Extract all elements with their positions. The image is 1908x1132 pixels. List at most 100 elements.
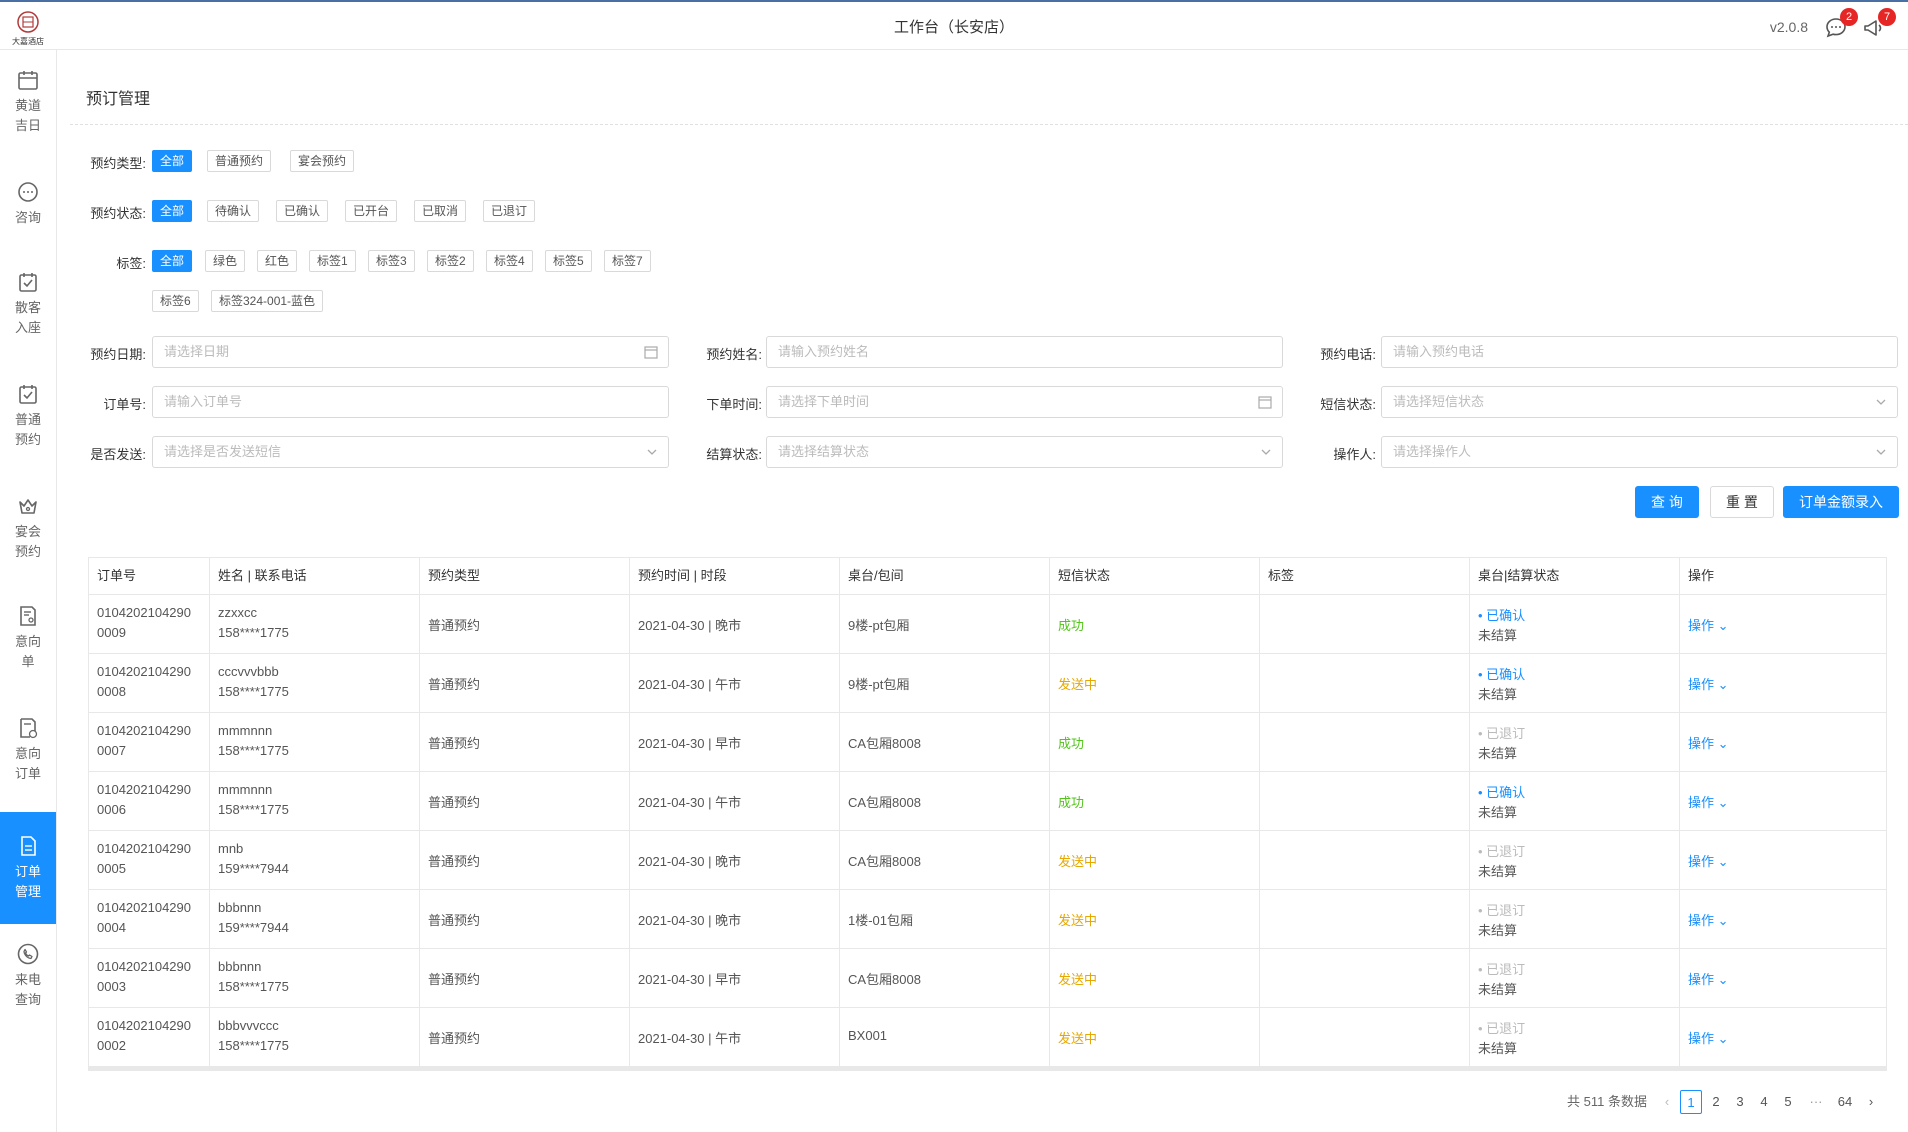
tag-option-5[interactable]: 标签5 xyxy=(545,250,592,272)
operator-select[interactable]: 请选择操作人 xyxy=(1381,436,1898,468)
tag-option-7[interactable]: 标签7 xyxy=(604,250,651,272)
sidebar-item-call-lookup[interactable]: 来电查询 xyxy=(0,942,56,1028)
reset-button[interactable]: 重 置 xyxy=(1710,486,1774,518)
cell-sms-status: 成功 xyxy=(1049,772,1259,830)
settle-status-select[interactable]: 请选择结算状态 xyxy=(766,436,1283,468)
sidebar-item-walk-in[interactable]: 散客入座 xyxy=(0,270,56,356)
tag-option-2[interactable]: 标签2 xyxy=(427,250,474,272)
tag-option-3[interactable]: 标签3 xyxy=(368,250,415,272)
type-option-all[interactable]: 全部 xyxy=(152,150,193,172)
tag-option-all[interactable]: 全部 xyxy=(152,250,193,272)
tag-option-green[interactable]: 绿色 xyxy=(205,250,246,272)
row-action-dropdown[interactable]: 操作 ⌄ xyxy=(1688,674,1729,693)
message-button[interactable]: 2 xyxy=(1824,8,1858,40)
sms-status: 发送中 xyxy=(1058,677,1098,692)
type-option-normal[interactable]: 普通预约 xyxy=(207,150,272,172)
booking-time: 2021-04-30 | 晚市 xyxy=(638,854,742,869)
order-no-part1: 0104202104290 xyxy=(97,1018,191,1033)
sidebar-item-normal-booking[interactable]: 普通预约 xyxy=(0,382,56,468)
page-last[interactable]: 64 xyxy=(1834,1090,1856,1114)
cell-status: • 已确认 未结算 xyxy=(1469,654,1679,712)
name-label: 预约姓名: xyxy=(706,347,762,362)
filter-tag-label: 标签: xyxy=(116,256,146,271)
sidebar-item-order-management[interactable]: 订单管理 xyxy=(0,812,56,924)
cell-table-room: CA包厢8008 xyxy=(839,831,1049,889)
row-action-dropdown[interactable]: 操作 ⌄ xyxy=(1688,910,1729,929)
filter-status-label: 预约状态: xyxy=(90,206,146,221)
row-action-dropdown[interactable]: 操作 ⌄ xyxy=(1688,1028,1729,1047)
settle-status-placeholder: 请选择结算状态 xyxy=(778,444,870,459)
sidebar-item-intention-order[interactable]: 意向订单 xyxy=(0,716,56,802)
status-option-pending[interactable]: 待确认 xyxy=(207,200,260,222)
send-sms-placeholder: 请选择是否发送短信 xyxy=(164,444,282,459)
row-action-dropdown[interactable]: 操作 ⌄ xyxy=(1688,969,1729,988)
order-amount-entry-button[interactable]: 订单金额录入 xyxy=(1783,486,1899,518)
name-input[interactable]: 请输入预约姓名 xyxy=(766,336,1283,368)
sidebar-item-auspicious-days[interactable]: 黄道吉日 xyxy=(0,68,56,154)
booking-type: 普通预约 xyxy=(428,854,481,869)
tag-option-6[interactable]: 标签6 xyxy=(152,290,199,312)
cell-actions: 操作 ⌄ xyxy=(1679,654,1888,712)
column-header: 预约类型 xyxy=(419,558,629,594)
column-header: 订单号 xyxy=(97,568,137,583)
next-page-button[interactable]: › xyxy=(1864,1090,1878,1114)
cell-tag xyxy=(1259,890,1469,948)
crown-icon xyxy=(19,499,37,514)
page-4[interactable]: 4 xyxy=(1756,1090,1772,1114)
prev-page-button[interactable]: ‹ xyxy=(1660,1090,1674,1114)
order-no-label: 订单号: xyxy=(103,397,146,412)
status-option-cancelled[interactable]: 已取消 xyxy=(414,200,467,222)
order-no-part2: 0002 xyxy=(97,1038,126,1053)
tag-option-1[interactable]: 标签1 xyxy=(309,250,356,272)
page-3[interactable]: 3 xyxy=(1732,1090,1748,1114)
table-status: • 已确认 xyxy=(1478,785,1526,800)
row-action-dropdown[interactable]: 操作 ⌄ xyxy=(1688,851,1729,870)
row-action-dropdown[interactable]: 操作 ⌄ xyxy=(1688,733,1729,752)
tag-option-324-blue[interactable]: 标签324-001-蓝色 xyxy=(211,290,324,312)
table-room: CA包厢8008 xyxy=(848,972,921,987)
date-picker[interactable]: 请选择日期 xyxy=(152,336,669,368)
status-option-confirmed[interactable]: 已确认 xyxy=(276,200,329,222)
order-no-part2: 0006 xyxy=(97,802,126,817)
status-option-all[interactable]: 全部 xyxy=(152,200,193,222)
sms-status: 成功 xyxy=(1058,736,1085,751)
cell-sms-status: 发送中 xyxy=(1049,831,1259,889)
page-ellipsis[interactable]: ··· xyxy=(1804,1090,1828,1114)
sms-status-placeholder: 请选择短信状态 xyxy=(1393,394,1485,409)
page-5[interactable]: 5 xyxy=(1780,1090,1796,1114)
page-2[interactable]: 2 xyxy=(1708,1090,1724,1114)
sidebar-item-consult[interactable]: 咨询 xyxy=(0,180,56,242)
chevron-down-icon xyxy=(646,437,658,478)
settle-status: 未结算 xyxy=(1478,746,1518,761)
table-status: • 已确认 xyxy=(1478,608,1526,623)
table-header: 订单号 姓名 | 联系电话 预约类型 预约时间 | 时段 桌台/包间 短信状态 … xyxy=(88,557,1887,595)
row-action-dropdown[interactable]: 操作 ⌄ xyxy=(1688,615,1729,634)
tag-option-red[interactable]: 红色 xyxy=(257,250,298,272)
query-button[interactable]: 查 询 xyxy=(1635,486,1699,518)
notice-badge: 7 xyxy=(1878,8,1896,26)
settle-status: 未结算 xyxy=(1478,982,1518,997)
cell-booking-time: 2021-04-30 | 午市 xyxy=(629,772,839,830)
sidebar-item-banquet-booking[interactable]: 宴会预约 xyxy=(0,494,56,580)
page-1[interactable]: 1 xyxy=(1680,1090,1702,1114)
table-scrollbar[interactable] xyxy=(88,1067,1887,1071)
status-option-refunded[interactable]: 已退订 xyxy=(483,200,536,222)
phone-placeholder: 请输入预约电话 xyxy=(1393,344,1485,359)
sms-status-select[interactable]: 请选择短信状态 xyxy=(1381,386,1898,418)
row-action-dropdown[interactable]: 操作 ⌄ xyxy=(1688,792,1729,811)
status-option-opened[interactable]: 已开台 xyxy=(345,200,398,222)
order-no-input[interactable]: 请输入订单号 xyxy=(152,386,669,418)
notice-button[interactable]: 7 xyxy=(1862,8,1896,40)
send-sms-select[interactable]: 请选择是否发送短信 xyxy=(152,436,669,468)
type-option-banquet[interactable]: 宴会预约 xyxy=(290,150,355,172)
tag-option-4[interactable]: 标签4 xyxy=(486,250,533,272)
sidebar-item-intention-form[interactable]: 意向单 xyxy=(0,604,56,690)
checkbox-calendar-icon xyxy=(19,385,37,404)
cell-tag xyxy=(1259,713,1469,771)
cell-booking-time: 2021-04-30 | 午市 xyxy=(629,654,839,712)
phone-input[interactable]: 请输入预约电话 xyxy=(1381,336,1898,368)
cell-order-no: 0104202104290 0005 xyxy=(89,831,209,889)
order-time-picker[interactable]: 请选择下单时间 xyxy=(766,386,1283,418)
table-status: • 已退订 xyxy=(1478,844,1526,859)
sidebar-item-label: 意向订单 xyxy=(14,746,41,781)
